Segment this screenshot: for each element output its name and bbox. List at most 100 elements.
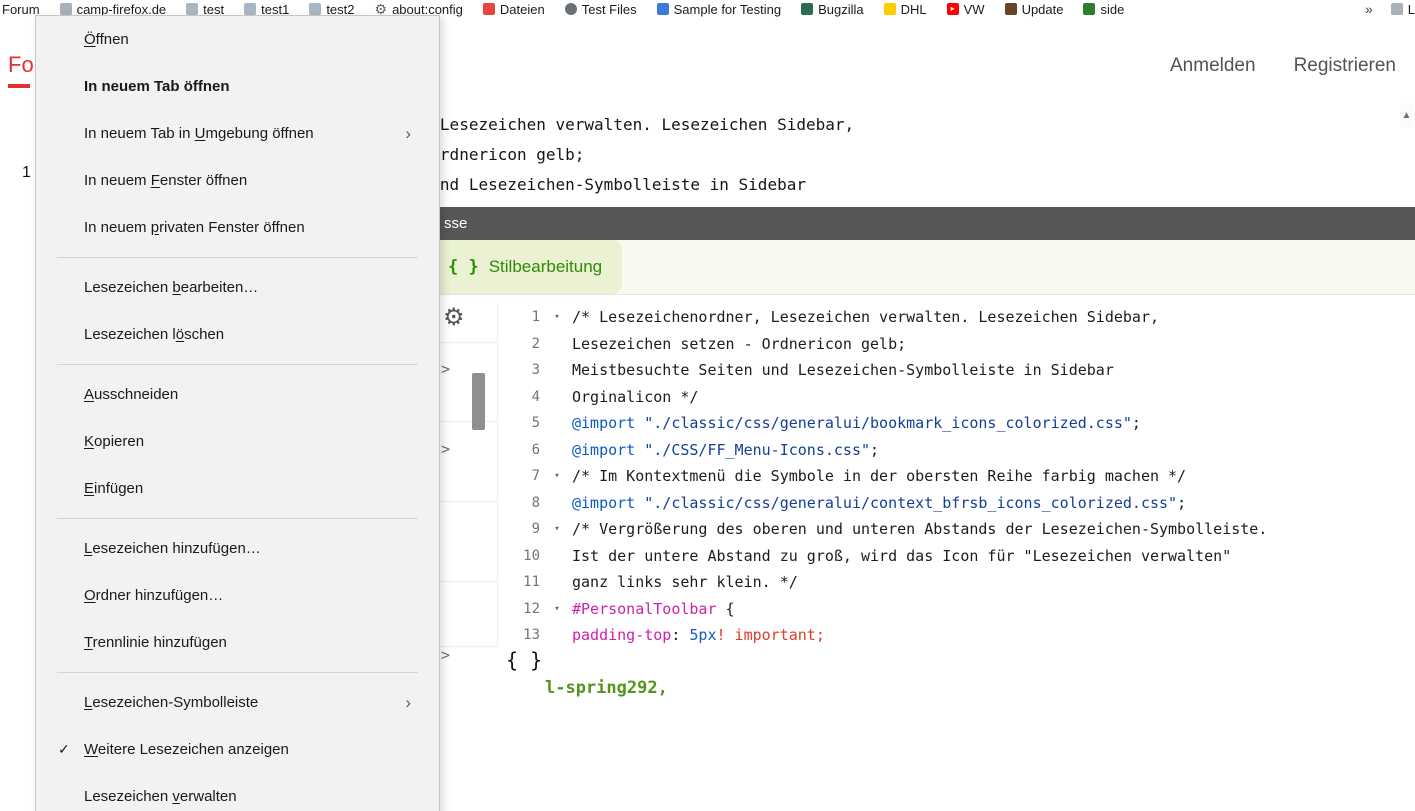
bookmark-item[interactable]: Update — [995, 2, 1074, 17]
menu-item-show-other-bookmarks[interactable]: ✓Weitere Lesezeichen anzeigen — [36, 726, 439, 773]
line-number: 9 — [498, 516, 544, 543]
shield-icon — [1005, 3, 1017, 15]
code-line: 9▾/* Vergrößerung des oberen und unteren… — [498, 516, 1415, 543]
fold-marker-icon: ▾ — [544, 516, 570, 543]
line-number: 12 — [498, 596, 544, 623]
code-text: padding-top: 5px! important; — [570, 622, 825, 648]
fold-marker-icon — [544, 569, 570, 596]
expander-icon: > — [441, 646, 450, 664]
code-text: ganz links sehr klein. */ — [570, 569, 798, 596]
menu-separator — [57, 672, 418, 673]
bookmark-item[interactable]: Test Files — [555, 2, 647, 17]
menu-item-copy[interactable]: Kopieren — [36, 418, 439, 465]
screen: Forumcamp-firefox.detesttest1test2⚙about… — [0, 0, 1415, 811]
line-number: 8 — [498, 490, 544, 517]
page-icon — [309, 3, 321, 15]
menu-item-open-new-tab[interactable]: In neuem Tab öffnen — [36, 63, 439, 110]
code-line: 3Meistbesuchte Seiten und Lesezeichen-Sy… — [498, 357, 1415, 384]
style-editor-row: { } Stilbearbeitung — [380, 240, 1415, 294]
bookmark-item[interactable]: DHL — [874, 2, 937, 17]
menu-item-label: Lesezeichen verwalten — [84, 788, 237, 805]
bookmark-label: Update — [1022, 2, 1064, 17]
menu-item-add-folder[interactable]: Ordner hinzufügen… — [36, 572, 439, 619]
bookmark-label: Dateien — [500, 2, 545, 17]
menu-item-open[interactable]: Öffnen — [36, 16, 439, 63]
login-link[interactable]: Anmelden — [1170, 55, 1256, 77]
bookmark-item[interactable]: side — [1073, 2, 1134, 17]
menu-item-delete-bookmark[interactable]: Lesezeichen löschen — [36, 311, 439, 358]
bookmark-label: Bugzilla — [818, 2, 864, 17]
menu-item-open-new-private-window[interactable]: In neuem privaten Fenster öffnen — [36, 204, 439, 251]
menu-item-edit-bookmark[interactable]: Lesezeichen bearbeiten… — [36, 264, 439, 311]
gear-icon: ⚙ — [375, 2, 388, 16]
style-editor-panel: ⚙ > > 1▾/* Lesezeichenordner, Lesezeiche… — [380, 294, 1415, 648]
code-line: 4 Orginalicon */ — [498, 384, 1415, 411]
line-number: 5 — [498, 410, 544, 437]
code-line: 2Lesezeichen setzen - Ordnericon gelb; — [498, 331, 1415, 358]
page-icon — [186, 3, 198, 15]
bookmark-item[interactable]: ▸VW — [937, 2, 995, 17]
code-text: Lesezeichen setzen - Ordnericon gelb; — [570, 331, 906, 358]
line-number: 3 — [498, 357, 544, 384]
code-line: 5 @import "./classic/css/generalui/bookma… — [498, 410, 1415, 437]
fold-marker-icon — [544, 410, 570, 437]
gear-icon: ⚙ — [443, 303, 465, 332]
menu-item-open-new-tab-container[interactable]: In neuem Tab in Umgebung öffnen› — [36, 110, 439, 157]
address-bar-text: sse — [444, 215, 467, 232]
scrollbar-up-button[interactable]: ▲ — [1400, 103, 1413, 127]
menu-item-label: Lesezeichen bearbeiten… — [84, 279, 258, 296]
code-text: #PersonalToolbar { — [570, 596, 735, 623]
menu-item-label: In neuem privaten Fenster öffnen — [84, 219, 305, 236]
menu-item-label: Öffnen — [84, 31, 129, 48]
scrollbar-thumb — [472, 373, 485, 430]
files-icon — [483, 3, 495, 15]
page-icon — [244, 3, 256, 15]
line-number: 6 — [498, 437, 544, 464]
bug-icon — [801, 3, 813, 15]
dhl-icon — [884, 3, 896, 15]
code-line: 13padding-top: 5px! important; — [498, 622, 1415, 648]
fold-marker-icon: ▾ — [544, 463, 570, 490]
post-list-number: 1 — [22, 164, 31, 182]
site-logo[interactable]: Fo — [8, 52, 34, 78]
page-icon — [60, 3, 72, 15]
overflow-chevron-button[interactable]: » — [1357, 1, 1381, 17]
menu-item-cut[interactable]: Ausschneiden — [36, 371, 439, 418]
code-line: 7▾/* Im Kontextmenü die Symbole in der o… — [498, 463, 1415, 490]
menu-item-manage-bookmarks[interactable]: Lesezeichen verwalten — [36, 773, 439, 811]
line-number: 4 — [498, 384, 544, 411]
code-text: @import "./classic/css/generalui/context… — [570, 490, 1186, 517]
code-text: Ist der untere Abstand zu groß, wird das… — [570, 543, 1231, 570]
bookmark-item[interactable]: L — [1381, 2, 1415, 17]
fold-marker-icon: ▾ — [544, 304, 570, 331]
bookmark-item[interactable]: Bugzilla — [791, 2, 874, 17]
menu-separator — [57, 257, 418, 258]
code-line: 8 @import "./classic/css/generalui/contex… — [498, 490, 1415, 517]
bookmark-item[interactable]: Dateien — [473, 2, 555, 17]
line-number: 1 — [498, 304, 544, 331]
youtube-icon: ▸ — [947, 3, 959, 15]
menu-item-bookmarks-toolbar-submenu[interactable]: Lesezeichen-Symbolleiste› — [36, 679, 439, 726]
style-editor-label: Stilbearbeitung — [489, 257, 602, 277]
code-line: 1▾/* Lesezeichenordner, Lesezeichen verw… — [498, 304, 1415, 331]
bookmark-item[interactable]: Sample for Testing — [647, 2, 791, 17]
bookmark-label: side — [1100, 2, 1124, 17]
inline-code-fragment: l-spring292, — [545, 678, 668, 698]
menu-item-add-separator[interactable]: Trennlinie hinzufügen — [36, 619, 439, 666]
checkmark-icon: ✓ — [58, 741, 70, 758]
code-text: @import "./classic/css/generalui/bookmar… — [570, 410, 1141, 437]
fold-marker-icon — [544, 490, 570, 517]
menu-item-paste[interactable]: Einfügen — [36, 465, 439, 512]
register-link[interactable]: Registrieren — [1294, 55, 1396, 77]
code-text: Orginalicon */ — [570, 384, 698, 411]
fold-marker-icon — [544, 357, 570, 384]
menu-item-label: In neuem Tab öffnen — [84, 78, 230, 95]
line-number: 7 — [498, 463, 544, 490]
fold-marker-icon — [544, 384, 570, 411]
expander-icon: > — [441, 440, 450, 458]
globe-icon — [565, 3, 577, 15]
site-logo-underline — [8, 84, 30, 88]
menu-item-open-new-window[interactable]: In neuem Fenster öffnen — [36, 157, 439, 204]
menu-item-label: Lesezeichen hinzufügen… — [84, 540, 261, 557]
menu-item-add-bookmark[interactable]: Lesezeichen hinzufügen… — [36, 525, 439, 572]
